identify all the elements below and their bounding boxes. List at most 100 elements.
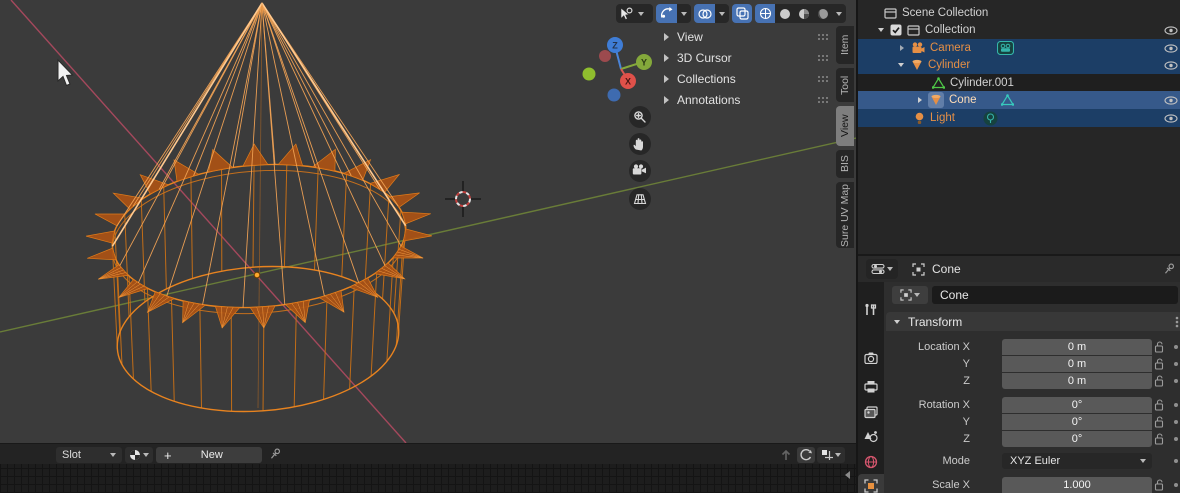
animate-dot[interactable]: [1174, 403, 1178, 407]
shading-solid-button[interactable]: [775, 4, 794, 23]
collapse-left-icon[interactable]: [845, 471, 850, 479]
viewport-nav-buttons[interactable]: [629, 106, 651, 210]
gizmo-minus-z[interactable]: [607, 88, 621, 102]
snap-button[interactable]: [817, 447, 845, 463]
slot-dropdown[interactable]: Slot: [56, 447, 122, 463]
rotation-z-field[interactable]: 0°: [1002, 431, 1152, 447]
gizmo-minus-x[interactable]: [599, 50, 611, 62]
gizmos-toggle-button[interactable]: [656, 4, 677, 23]
drag-dots-icon[interactable]: [817, 75, 830, 83]
tab-item[interactable]: Item: [836, 26, 854, 64]
shading-dropdown[interactable]: [832, 4, 846, 23]
animate-dot[interactable]: [1174, 362, 1178, 366]
overlays-toggle-button[interactable]: [694, 4, 715, 23]
object-data-selector[interactable]: [892, 286, 928, 304]
tab-tool[interactable]: Tool: [836, 68, 854, 102]
npanel-section-3d-cursor[interactable]: 3D Cursor: [660, 48, 838, 68]
tab-view-layer-properties[interactable]: [858, 400, 884, 424]
npanel-section-view[interactable]: View: [660, 27, 838, 47]
npanel-section-annotations[interactable]: Annotations: [660, 90, 838, 110]
tab-tool-properties[interactable]: [858, 298, 884, 322]
collapse-arrow-icon[interactable]: [898, 63, 904, 67]
up-arrow-icon[interactable]: [779, 448, 793, 461]
outliner-row-collection[interactable]: Collection: [858, 21, 1180, 39]
tab-world-properties[interactable]: [858, 450, 884, 474]
tab-bis[interactable]: BIS: [836, 150, 854, 178]
row-label: Z: [963, 433, 970, 445]
object-visibility-button[interactable]: [616, 4, 653, 23]
unlock-icon[interactable]: [1154, 479, 1165, 491]
eye-icon[interactable]: [1164, 44, 1178, 53]
gizmo-minus-y[interactable]: [582, 67, 596, 81]
npanel-section-collections[interactable]: Collections: [660, 69, 838, 89]
animate-dot[interactable]: [1174, 379, 1178, 383]
pin-icon[interactable]: [268, 447, 282, 462]
rotation-x-field[interactable]: 0°: [1002, 397, 1152, 413]
unlock-icon[interactable]: [1154, 399, 1165, 411]
expand-arrow-icon[interactable]: [900, 45, 904, 51]
drag-dots-icon[interactable]: [817, 33, 830, 41]
gizmos-dropdown[interactable]: [677, 4, 691, 23]
pin-icon[interactable]: [1162, 262, 1176, 277]
location-y-field[interactable]: 0 m: [1002, 356, 1152, 372]
outliner-row-cylinder-001[interactable]: Cylinder.001: [858, 74, 1180, 92]
zoom-button[interactable]: [629, 106, 651, 128]
viewport-3d[interactable]: Z Y X View 3D Cursor Collections Annotat…: [0, 0, 856, 443]
editor-type-button[interactable]: [866, 259, 898, 279]
drag-dots-icon[interactable]: [817, 54, 830, 62]
uv-editor-grid[interactable]: [0, 464, 856, 493]
proportional-edit-button[interactable]: [797, 447, 815, 463]
navigation-gizmo[interactable]: Z Y X: [582, 37, 653, 102]
animate-dot[interactable]: [1174, 437, 1178, 441]
object-name-field[interactable]: Cone: [932, 286, 1178, 304]
animate-dot[interactable]: [1174, 459, 1178, 463]
panel-options-icon[interactable]: [1175, 316, 1179, 328]
animate-dot[interactable]: [1174, 420, 1178, 424]
outliner-row-cylinder[interactable]: Cylinder: [858, 56, 1180, 74]
eye-icon[interactable]: [1164, 61, 1178, 70]
overlays-dropdown[interactable]: [715, 4, 729, 23]
tab-sure-uv-map[interactable]: Sure UV Map: [836, 182, 854, 248]
outliner-row-light[interactable]: Light: [858, 109, 1180, 127]
outliner-row-camera[interactable]: Camera: [858, 39, 1180, 57]
active-camera-badge-icon[interactable]: [996, 41, 1014, 55]
xray-squares-icon: [735, 7, 749, 20]
animate-dot[interactable]: [1174, 345, 1178, 349]
shading-material-button[interactable]: [794, 4, 813, 23]
tab-scene-properties[interactable]: [858, 424, 884, 448]
new-image-button[interactable]: + New: [156, 447, 262, 463]
outliner-row-cone[interactable]: Cone: [858, 91, 1180, 109]
eye-icon[interactable]: [1164, 26, 1178, 35]
browse-image-button[interactable]: [125, 447, 153, 463]
location-z-field[interactable]: 0 m: [1002, 373, 1152, 389]
wireframe-cone-object[interactable]: [85, 2, 433, 421]
unlock-icon[interactable]: [1154, 358, 1165, 370]
transform-panel-header[interactable]: Transform: [886, 312, 1180, 331]
tab-object-properties[interactable]: [858, 474, 884, 493]
outliner-row-scene-collection[interactable]: Scene Collection: [858, 4, 1180, 22]
tab-view[interactable]: View: [836, 106, 854, 146]
shading-rendered-button[interactable]: [813, 4, 832, 23]
expand-arrow-icon[interactable]: [918, 97, 922, 103]
xray-toggle-button[interactable]: [732, 4, 752, 23]
rotation-y-field[interactable]: 0°: [1002, 414, 1152, 430]
object-name: Camera: [930, 42, 971, 54]
unlock-icon[interactable]: [1154, 433, 1165, 445]
drag-dots-icon[interactable]: [817, 96, 830, 104]
unlock-icon[interactable]: [1154, 375, 1165, 387]
collapse-arrow-icon[interactable]: [878, 28, 884, 32]
unlock-icon[interactable]: [1154, 416, 1165, 428]
shading-wireframe-button[interactable]: [755, 4, 775, 23]
rotation-mode-dropdown[interactable]: XYZ Euler: [1002, 453, 1152, 469]
object-name-value: Cone: [940, 288, 969, 302]
unlock-icon[interactable]: [1154, 341, 1165, 353]
plus-icon: +: [164, 447, 172, 463]
checkbox-checked-icon[interactable]: [890, 24, 902, 36]
eye-icon[interactable]: [1164, 114, 1178, 123]
animate-dot[interactable]: [1174, 483, 1178, 487]
tab-output-properties[interactable]: [858, 374, 884, 398]
location-x-field[interactable]: 0 m: [1002, 339, 1152, 355]
eye-icon[interactable]: [1164, 96, 1178, 105]
scale-x-field[interactable]: 1.000: [1002, 477, 1152, 493]
tab-render-properties[interactable]: [858, 346, 884, 370]
